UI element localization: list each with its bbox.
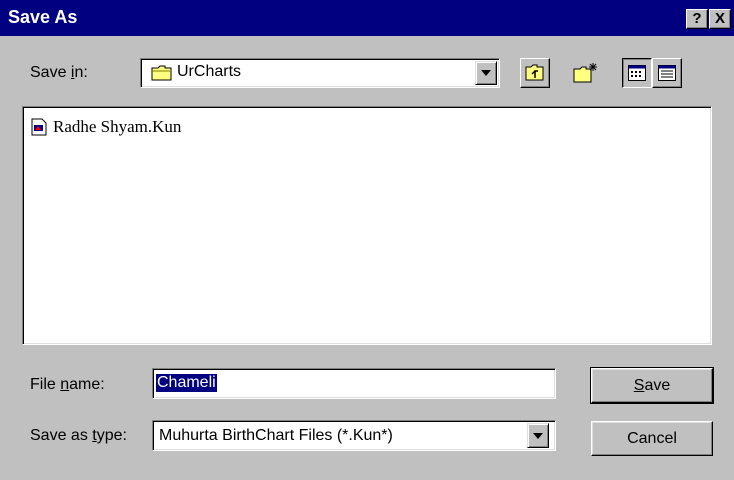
- file-name-field[interactable]: Chameli: [152, 368, 556, 399]
- save-as-dialog: Save As ? X Save in: UrCharts Radhe Shya…: [0, 0, 734, 480]
- save-as-type-combo[interactable]: Muhurta BirthChart Files (*.Kun*): [152, 420, 556, 451]
- list-view-icon: [628, 65, 646, 81]
- title-bar[interactable]: Save As ? X: [0, 0, 734, 36]
- folder-icon: [151, 65, 172, 81]
- up-one-level-icon: [525, 64, 544, 81]
- cancel-button[interactable]: Cancel: [591, 421, 713, 456]
- file-name-value: Chameli: [156, 374, 217, 392]
- file-name-label: Radhe Shyam.Kun: [53, 117, 182, 136]
- create-new-folder-button[interactable]: [570, 58, 600, 88]
- save-as-type-value: Muhurta BirthChart Files (*.Kun*): [159, 427, 393, 444]
- file-icon: [31, 118, 47, 136]
- save-in-label: Save in:: [30, 64, 88, 81]
- list-view-button[interactable]: [622, 58, 652, 88]
- save-in-folder: UrCharts: [177, 63, 242, 80]
- save-in-dropdown-button[interactable]: [475, 61, 497, 85]
- details-view-button[interactable]: [652, 58, 682, 88]
- save-as-type-label: Save as type:: [30, 427, 127, 444]
- file-list[interactable]: Radhe Shyam.Kun: [22, 106, 712, 345]
- up-one-level-button[interactable]: [520, 58, 550, 88]
- new-folder-icon: [573, 63, 597, 83]
- chevron-down-icon: [533, 433, 543, 439]
- help-button[interactable]: ?: [686, 9, 708, 29]
- details-view-icon: [658, 65, 676, 81]
- file-name-label: File name:: [30, 376, 105, 393]
- save-in-combo[interactable]: UrCharts: [140, 58, 500, 88]
- chevron-down-icon: [481, 70, 491, 76]
- save-button[interactable]: Save: [590, 367, 714, 404]
- window-title: Save As: [8, 7, 78, 27]
- save-as-type-dropdown-button[interactable]: [527, 423, 549, 448]
- close-button[interactable]: X: [709, 9, 731, 29]
